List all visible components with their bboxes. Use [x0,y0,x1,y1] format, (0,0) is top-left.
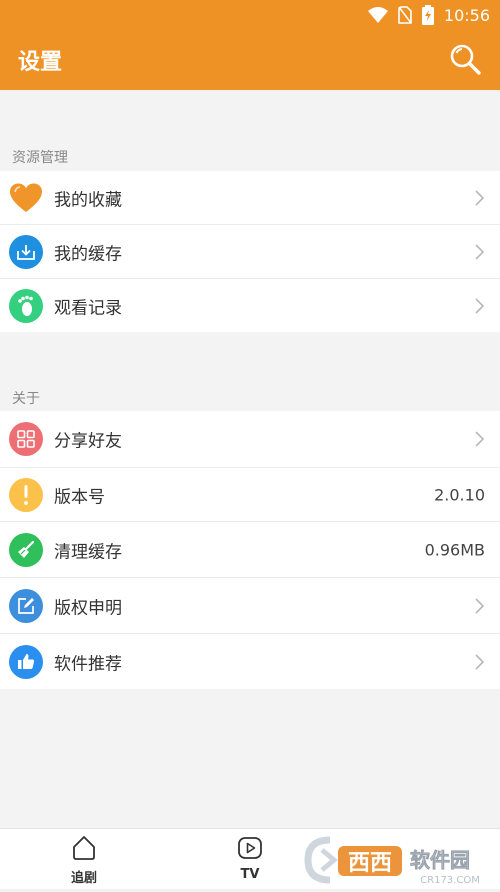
section-title-about: 关于 [12,391,40,407]
chevron-right-icon [475,189,485,206]
resources-group: 我的收藏 我的缓存 观看记录 [0,171,500,332]
search-button[interactable] [448,42,482,76]
tab-label: TV [240,867,260,882]
version-value: 2.0.10 [434,485,485,504]
cache-row[interactable]: 我的缓存 [0,225,500,279]
recommend-label: 软件推荐 [54,654,122,674]
grid-icon [9,422,43,456]
svg-text:CR173.COM: CR173.COM [420,875,480,886]
no-sim-icon [398,6,412,24]
footprint-icon [9,288,43,323]
chevron-right-icon [475,597,485,614]
play-icon [238,837,262,859]
svg-text:软件园: 软件园 [410,848,470,872]
copyright-label: 版权申明 [54,598,122,618]
home-icon [73,836,95,860]
search-icon [450,44,481,75]
clear-cache-row[interactable]: 清理缓存 0.96MB [0,522,500,578]
share-row[interactable]: 分享好友 [0,411,500,468]
cache-size-value: 0.96MB [424,540,485,559]
wifi-icon [367,7,388,23]
status-time: 10:56 [443,5,490,25]
status-bar: 10:56 [0,0,500,30]
tab-zhuiju[interactable]: 追剧 [44,835,124,887]
chevron-right-icon [475,431,485,447]
clear-cache-label: 清理缓存 [54,542,122,562]
broom-icon [9,532,43,567]
history-row[interactable]: 观看记录 [0,279,500,332]
copyright-row[interactable]: 版权申明 [0,578,500,634]
page-title: 设置 [18,50,63,75]
status-icons: 10:56 [367,4,490,26]
chevron-right-icon [475,243,485,260]
edit-icon [9,588,43,623]
favorites-label: 我的收藏 [54,190,122,210]
chevron-right-icon [475,297,485,314]
version-label: 版本号 [54,487,105,507]
chevron-right-icon [475,653,485,670]
download-icon [9,234,43,269]
tab-tv[interactable]: TV [210,835,290,887]
version-row: 版本号 2.0.10 [0,468,500,522]
section-title-resources: 资源管理 [12,150,68,166]
about-group: 分享好友 版本号 2.0.10 清理缓存 0.96MB 版权申明 软件推荐 [0,411,500,689]
heart-icon [9,181,43,215]
exclamation-icon [9,477,43,512]
history-label: 观看记录 [54,298,122,318]
app-bar: 设置 [0,30,500,90]
svg-text:西西: 西西 [348,851,392,876]
share-label: 分享好友 [54,431,122,452]
favorites-row[interactable]: 我的收藏 [0,171,500,225]
battery-charging-icon [421,5,434,25]
recommend-row[interactable]: 软件推荐 [0,634,500,689]
thumbs-up-icon [9,644,43,679]
watermark-logo: 西西 软件园 CR173.COM [300,832,500,888]
cache-label: 我的缓存 [54,244,122,264]
tab-label: 追剧 [70,871,97,886]
